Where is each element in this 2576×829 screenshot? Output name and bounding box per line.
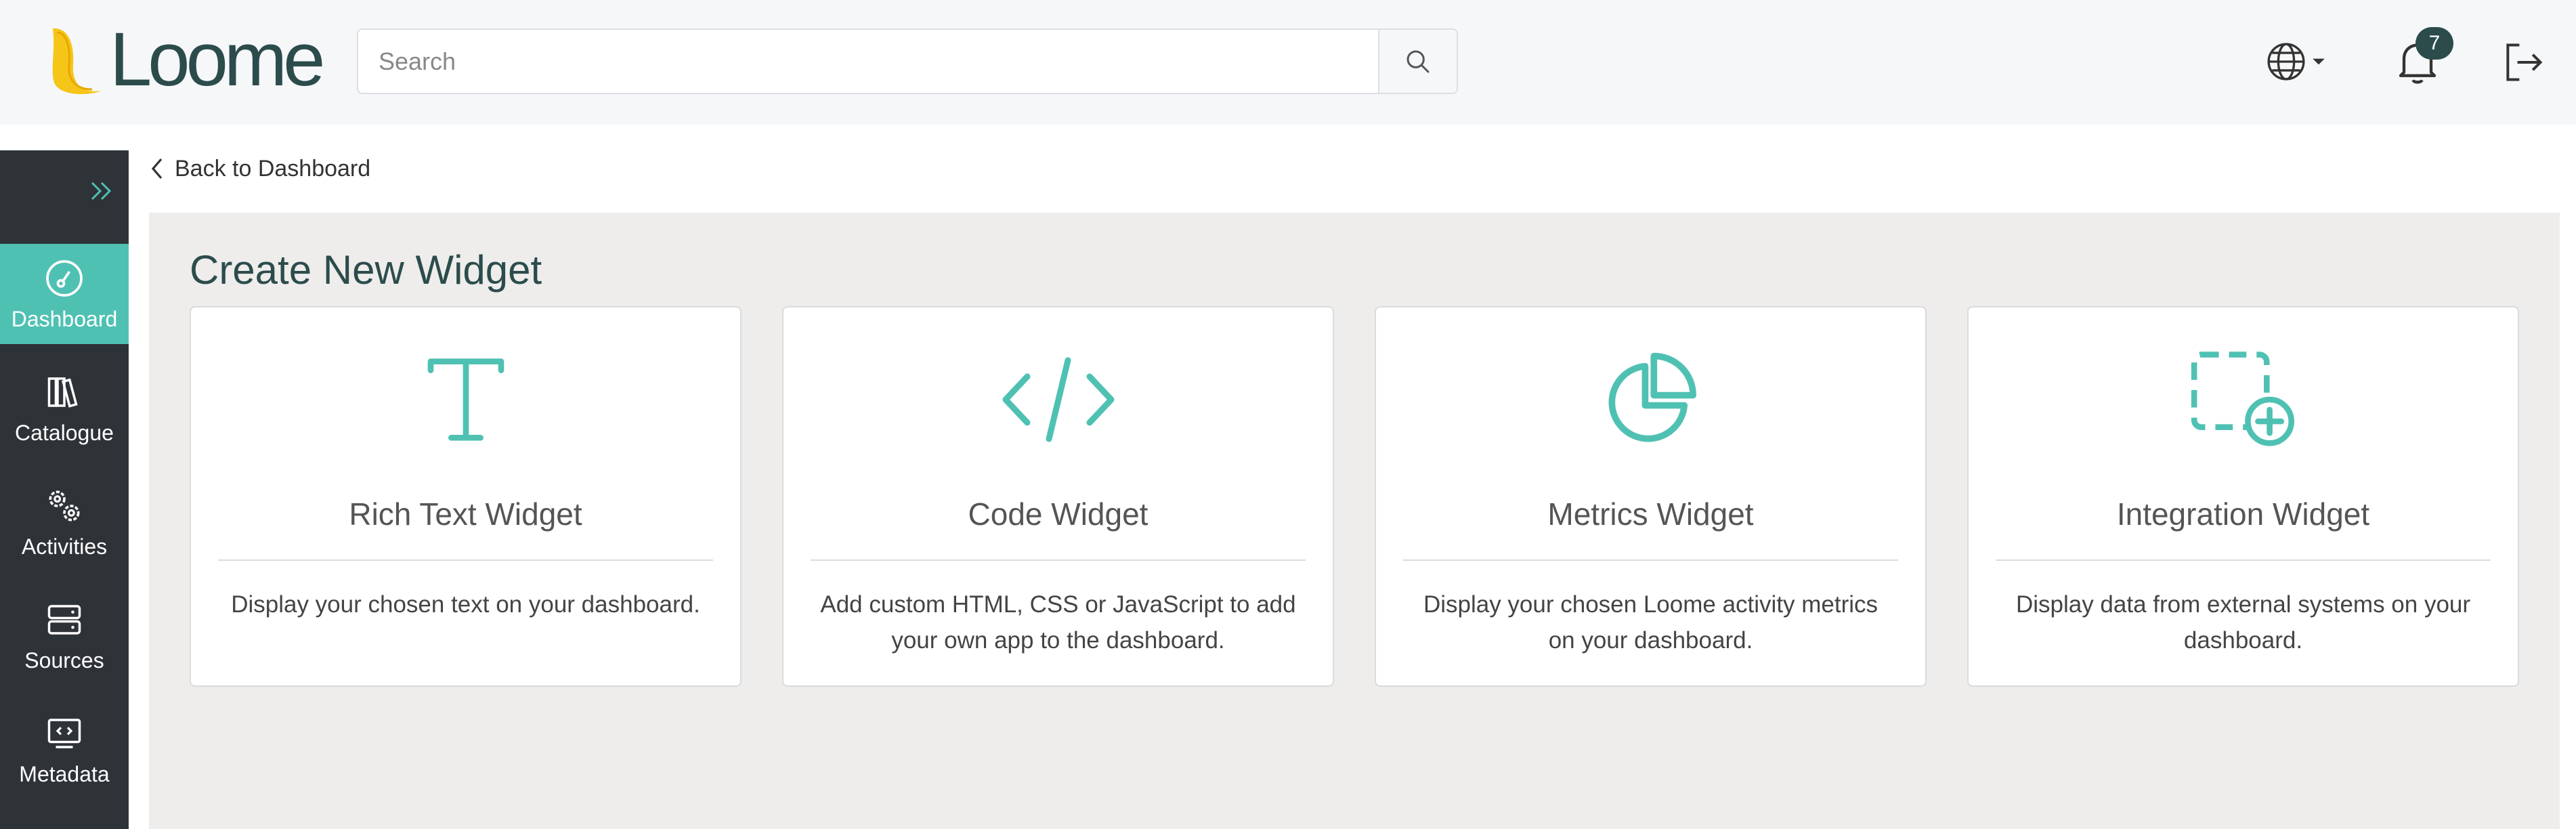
back-to-dashboard-link[interactable]: Back to Dashboard: [148, 153, 370, 184]
sidebar-item-dashboard[interactable]: Dashboard: [0, 244, 129, 344]
pie-chart-icon: [1590, 345, 1712, 454]
chevron-left-icon: [151, 158, 163, 179]
back-link-label: Back to Dashboard: [175, 155, 371, 182]
loome-logo[interactable]: Loome: [47, 23, 332, 99]
integration-widget-card[interactable]: Integration Widget Display data from ext…: [1967, 306, 2519, 687]
card-title: Code Widget: [968, 496, 1149, 532]
logout-icon[interactable]: [2500, 39, 2546, 85]
language-dropdown[interactable]: [2265, 38, 2333, 85]
search-icon: [1407, 50, 1430, 72]
sidebar-item-label: Metadata: [19, 761, 110, 786]
code-icon: [997, 345, 1119, 454]
search-button[interactable]: [1378, 30, 1457, 93]
search-input[interactable]: [358, 30, 1378, 93]
rich-text-widget-card[interactable]: Rich Text Widget Display your chosen tex…: [190, 306, 742, 687]
card-title: Rich Text Widget: [349, 496, 582, 532]
card-description: Display your chosen text on your dashboa…: [231, 591, 700, 618]
expand-sidebar-icon[interactable]: [88, 177, 115, 205]
integration-add-icon: [2183, 345, 2304, 454]
activities-icon: [43, 484, 86, 528]
page-title: Create New Widget: [190, 247, 542, 293]
card-divider: [811, 559, 1306, 561]
sidebar-item-label: Sources: [24, 647, 104, 673]
metrics-widget-card[interactable]: Metrics Widget Display your chosen Loome…: [1375, 306, 1927, 687]
sidebar-item-label: Dashboard: [11, 306, 118, 331]
card-title: Integration Widget: [2116, 496, 2370, 532]
card-description: Display your chosen Loome activity metri…: [1423, 591, 1879, 654]
sidebar-item-sources[interactable]: Sources: [0, 585, 129, 685]
sidebar-item-metadata[interactable]: Metadata: [0, 699, 129, 799]
dashboard-icon: [43, 257, 86, 300]
card-description: Display data from external systems on yo…: [2015, 591, 2471, 654]
catalogue-icon: [43, 370, 86, 414]
code-widget-card[interactable]: Code Widget Add custom HTML, CSS or Java…: [782, 306, 1334, 687]
card-divider: [218, 559, 713, 561]
card-divider: [1403, 559, 1898, 561]
sidebar-item-catalogue[interactable]: Catalogue: [0, 358, 129, 458]
search-bar: [357, 28, 1458, 94]
sidebar-item-label: Activities: [21, 534, 108, 559]
card-description: Add custom HTML, CSS or JavaScript to ad…: [820, 591, 1296, 654]
metadata-icon: [43, 712, 86, 755]
sidebar-item-activities[interactable]: Activities: [0, 471, 129, 572]
top-header: Loome 7: [0, 0, 2576, 125]
card-title: Metrics Widget: [1547, 496, 1754, 532]
globe-icon: [2267, 43, 2305, 81]
svg-text:Loome: Loome: [110, 23, 322, 99]
notification-badge: 7: [2416, 27, 2453, 60]
sources-icon: [43, 598, 86, 641]
card-divider: [1996, 559, 2491, 561]
text-icon: [405, 345, 527, 454]
caret-down-icon: [2313, 58, 2325, 65]
sidebar: Dashboard Catalogue Activities Sources M…: [0, 150, 129, 829]
sidebar-item-label: Catalogue: [15, 420, 114, 445]
